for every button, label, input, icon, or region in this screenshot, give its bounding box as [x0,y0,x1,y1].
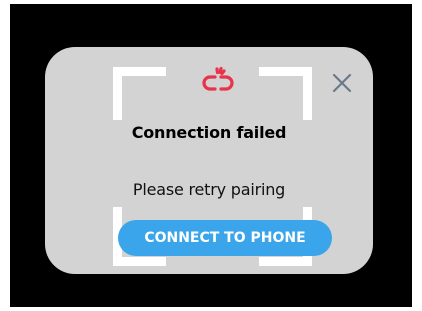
broken-link-icon [202,66,234,91]
device-screen: Connection failed Please retry pairing C… [10,4,412,307]
connection-error-dialog: Connection failed Please retry pairing C… [45,47,373,274]
connect-to-phone-button[interactable]: CONNECT TO PHONE [118,220,332,256]
close-icon[interactable] [330,71,354,95]
dialog-title: Connection failed [131,123,287,142]
dialog-message: Please retry pairing [132,180,286,199]
scan-frame-corner-top-right [259,67,312,120]
scan-frame-corner-top-left [113,67,166,120]
